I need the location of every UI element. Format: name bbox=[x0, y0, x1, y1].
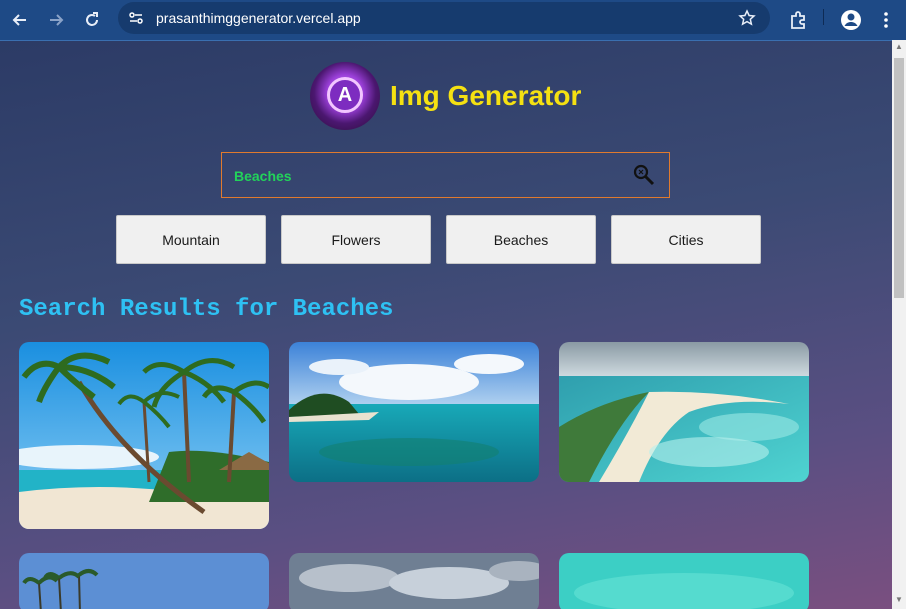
url-text: prasanthimggenerator.vercel.app bbox=[156, 10, 361, 26]
result-image[interactable] bbox=[559, 553, 809, 609]
scrollbar-thumb[interactable] bbox=[894, 58, 904, 298]
results-heading: Search Results for Beaches bbox=[19, 296, 394, 323]
menu-button[interactable] bbox=[872, 6, 900, 34]
category-cities-button[interactable]: Cities bbox=[611, 215, 761, 264]
profile-button[interactable] bbox=[837, 6, 865, 34]
app-title: Img Generator bbox=[390, 80, 582, 111]
search-bar bbox=[221, 152, 670, 198]
arrow-left-icon bbox=[12, 14, 26, 26]
result-image[interactable] bbox=[19, 553, 269, 609]
reload-button[interactable] bbox=[78, 6, 106, 34]
scroll-down-arrow-icon[interactable]: ▼ bbox=[894, 595, 904, 605]
toolbar-divider bbox=[823, 9, 824, 25]
browser-toolbar: prasanthimggenerator.vercel.app bbox=[0, 0, 906, 40]
extensions-button[interactable] bbox=[784, 6, 812, 34]
bookmark-star-icon[interactable] bbox=[738, 9, 756, 27]
puzzle-icon bbox=[791, 11, 805, 29]
category-beaches-button[interactable]: Beaches bbox=[446, 215, 596, 264]
search-icon[interactable] bbox=[632, 163, 656, 187]
reload-icon bbox=[86, 12, 98, 26]
forward-button[interactable] bbox=[42, 6, 70, 34]
vertical-scrollbar[interactable]: ▲ ▼ bbox=[892, 40, 906, 609]
address-bar[interactable]: prasanthimggenerator.vercel.app bbox=[118, 2, 770, 34]
result-image[interactable] bbox=[289, 553, 539, 609]
more-vertical-icon bbox=[884, 12, 888, 28]
category-mountain-button[interactable]: Mountain bbox=[116, 215, 266, 264]
account-icon bbox=[841, 10, 861, 30]
arrow-right-icon bbox=[50, 14, 64, 26]
logo-badge: A bbox=[327, 77, 363, 113]
back-button[interactable] bbox=[6, 6, 34, 34]
page-viewport: A Img Generator Mountain Flowers Beaches… bbox=[0, 40, 892, 609]
scroll-up-arrow-icon[interactable]: ▲ bbox=[894, 42, 904, 52]
result-image[interactable] bbox=[289, 342, 539, 482]
search-input[interactable] bbox=[234, 166, 614, 186]
app-logo: A bbox=[310, 62, 380, 130]
result-image[interactable] bbox=[19, 342, 269, 529]
result-image[interactable] bbox=[559, 342, 809, 482]
category-flowers-button[interactable]: Flowers bbox=[281, 215, 431, 264]
site-settings-icon[interactable] bbox=[128, 10, 144, 26]
app-header: A Img Generator bbox=[310, 62, 581, 130]
